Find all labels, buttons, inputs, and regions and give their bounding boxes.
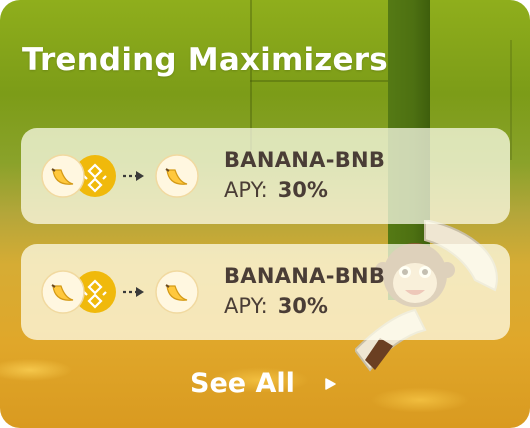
maximizer-row[interactable]: BANANA-BNB APY: 30% bbox=[21, 128, 510, 224]
background-line bbox=[510, 40, 512, 160]
banana-token-icon bbox=[41, 154, 85, 198]
apy-line: APY: 30% bbox=[224, 178, 328, 202]
arrow-right-icon bbox=[122, 170, 146, 182]
see-all-button[interactable]: See All bbox=[190, 368, 337, 399]
triangle-right-icon bbox=[325, 377, 336, 390]
banana-token-icon bbox=[155, 270, 199, 314]
trending-maximizers-card: Trending Maximizers BANANA-BNB APY: 30% bbox=[0, 0, 530, 428]
apy-label: APY: bbox=[224, 178, 268, 202]
apy-value: 30% bbox=[277, 294, 328, 318]
banana-token-icon bbox=[41, 270, 85, 314]
apy-line: APY: 30% bbox=[224, 294, 328, 318]
maximizer-row[interactable]: BANANA-BNB APY: 30% bbox=[21, 244, 510, 340]
arrow-right-icon bbox=[122, 286, 146, 298]
pair-name: BANANA-BNB bbox=[224, 148, 386, 172]
background-line bbox=[250, 80, 390, 82]
banana-token-icon bbox=[155, 154, 199, 198]
apy-value: 30% bbox=[277, 178, 328, 202]
see-all-label: See All bbox=[190, 368, 295, 399]
page-title: Trending Maximizers bbox=[22, 42, 388, 78]
pair-name: BANANA-BNB bbox=[224, 264, 386, 288]
apy-label: APY: bbox=[224, 294, 268, 318]
